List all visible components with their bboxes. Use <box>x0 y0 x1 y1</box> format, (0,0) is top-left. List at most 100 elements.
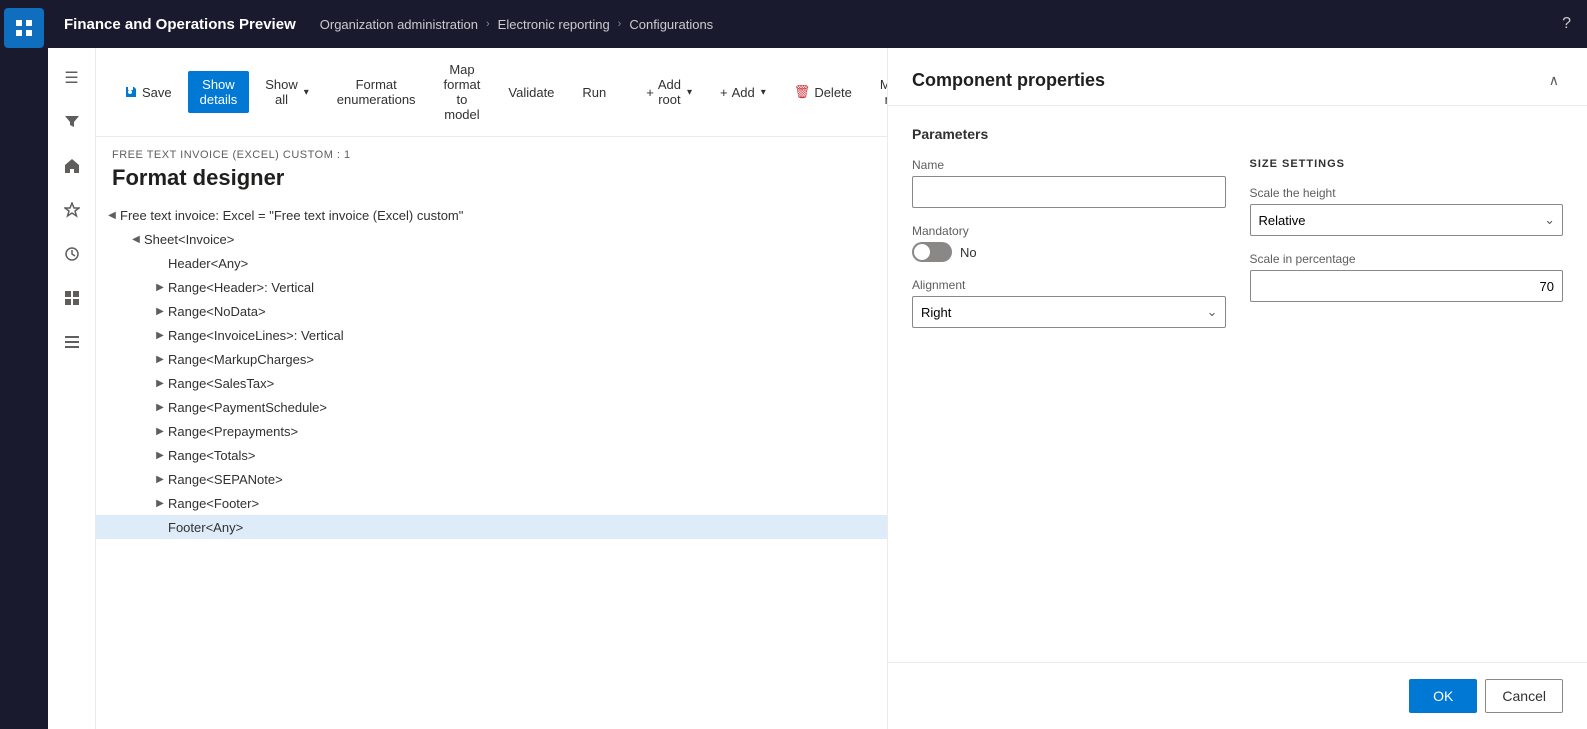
range-nodata-expand-icon[interactable]: ▶ <box>152 303 168 319</box>
home-icon[interactable] <box>54 148 90 184</box>
scale-height-select-wrapper: Relative Absolute Auto <box>1250 204 1564 236</box>
tree-item-range-salestax[interactable]: ▶ Range<SalesTax> <box>96 371 887 395</box>
add-root-button[interactable]: + Add root ▾ <box>634 71 704 113</box>
sub-breadcrumb: FREE TEXT INVOICE (EXCEL) CUSTOM : 1 <box>112 149 871 161</box>
format-enumerations-label: Format enumerations <box>337 77 416 107</box>
delete-icon: 🗑 <box>794 84 811 100</box>
content-area: ☰ <box>48 48 1587 729</box>
recent-icon[interactable] <box>54 236 90 272</box>
breadcrumb-item-2[interactable]: Electronic reporting <box>498 17 610 32</box>
tree-item-header-any[interactable]: ▶ Header<Any> <box>96 251 887 275</box>
name-input[interactable] <box>912 176 1226 208</box>
tree-item-range-footer[interactable]: ▶ Range<Footer> <box>96 491 887 515</box>
range-markupcharges-expand-icon[interactable]: ▶ <box>152 351 168 367</box>
save-button[interactable]: Save <box>112 79 184 106</box>
delete-label: Delete <box>814 85 852 100</box>
alignment-field-group: Alignment Left Center Right <box>912 278 1226 328</box>
collapse-panel-button[interactable]: ∧ <box>1545 68 1563 93</box>
params-section-title: Parameters <box>912 126 1563 142</box>
range-prepayments-expand-icon[interactable]: ▶ <box>152 423 168 439</box>
mandatory-toggle[interactable] <box>912 242 952 262</box>
tree-item-range-invoicelines-text: Range<InvoiceLines>: Vertical <box>168 328 344 343</box>
add-button[interactable]: + Add ▾ <box>708 79 778 106</box>
name-field-group: Name <box>912 158 1226 208</box>
save-label: Save <box>142 85 172 100</box>
range-sepanote-expand-icon[interactable]: ▶ <box>152 471 168 487</box>
show-all-label: Show all <box>265 77 298 107</box>
tree-item-range-invoicelines[interactable]: ▶ Range<InvoiceLines>: Vertical <box>96 323 887 347</box>
panel-footer: OK Cancel <box>888 662 1587 729</box>
params-section: Parameters Name Mandatory <box>888 106 1587 364</box>
page-title: Format designer <box>112 165 871 191</box>
alignment-select[interactable]: Left Center Right <box>912 296 1226 328</box>
name-label: Name <box>912 158 1226 172</box>
favorites-icon[interactable] <box>54 192 90 228</box>
list-icon[interactable] <box>54 324 90 360</box>
page-sidebar: ☰ <box>48 48 96 729</box>
tree-root-item[interactable]: ◀ Free text invoice: Excel = "Free text … <box>96 203 887 227</box>
scale-height-select[interactable]: Relative Absolute Auto <box>1250 204 1564 236</box>
format-enumerations-button[interactable]: Format enumerations <box>325 71 428 113</box>
params-grid: Name Mandatory No <box>912 158 1563 344</box>
title-bar: Finance and Operations Preview Organizat… <box>48 0 1587 48</box>
tree-item-footer-any-text: Footer<Any> <box>168 520 243 535</box>
tree-item-sheet-invoice[interactable]: ◀ Sheet<Invoice> <box>96 227 887 251</box>
tree-item-sheet-text: Sheet<Invoice> <box>144 232 234 247</box>
ok-button[interactable]: OK <box>1409 679 1477 713</box>
run-label: Run <box>582 85 606 100</box>
sheet-expand-icon[interactable]: ◀ <box>128 231 144 247</box>
add-label: Add <box>732 85 755 100</box>
range-paymentschedule-expand-icon[interactable]: ▶ <box>152 399 168 415</box>
range-totals-expand-icon[interactable]: ▶ <box>152 447 168 463</box>
breadcrumb-item-3[interactable]: Configurations <box>629 17 713 32</box>
tree-container[interactable]: ◀ Free text invoice: Excel = "Free text … <box>96 195 887 729</box>
tree-item-range-markupcharges[interactable]: ▶ Range<MarkupCharges> <box>96 347 887 371</box>
add-icon: + <box>720 85 728 100</box>
scale-height-label: Scale the height <box>1250 186 1564 200</box>
map-format-to-model-button[interactable]: Map format to model <box>432 56 493 128</box>
tree-item-range-prepayments-text: Range<Prepayments> <box>168 424 298 439</box>
range-invoicelines-expand-icon[interactable]: ▶ <box>152 327 168 343</box>
scale-percentage-input[interactable] <box>1250 270 1564 302</box>
root-expand-icon[interactable]: ◀ <box>104 207 120 223</box>
tree-item-range-sepanote[interactable]: ▶ Range<SEPANote> <box>96 467 887 491</box>
params-left-column: Name Mandatory No <box>912 158 1226 344</box>
tree-item-range-prepayments[interactable]: ▶ Range<Prepayments> <box>96 419 887 443</box>
panel-header: Component properties ∧ <box>888 48 1587 106</box>
apps-icon[interactable] <box>4 8 44 48</box>
validate-button[interactable]: Validate <box>496 79 566 106</box>
alignment-select-wrapper: Left Center Right <box>912 296 1226 328</box>
tree-item-range-header[interactable]: ▶ Range<Header>: Vertical <box>96 275 887 299</box>
make-root-label: Make root <box>880 77 887 107</box>
toggle-knob <box>914 244 930 260</box>
run-button[interactable]: Run <box>570 79 618 106</box>
scale-percentage-field-group: Scale in percentage <box>1250 252 1564 302</box>
tree-root-text: Free text invoice: Excel = "Free text in… <box>120 208 463 223</box>
hamburger-icon[interactable]: ☰ <box>54 60 90 96</box>
tree-item-footer-any[interactable]: ▶ Footer<Any> <box>96 515 887 539</box>
tree-item-range-salestax-text: Range<SalesTax> <box>168 376 274 391</box>
tree-item-range-nodata[interactable]: ▶ Range<NoData> <box>96 299 887 323</box>
mandatory-toggle-label: No <box>960 245 977 260</box>
tree-item-range-paymentschedule-text: Range<PaymentSchedule> <box>168 400 327 415</box>
tree-item-range-paymentschedule[interactable]: ▶ Range<PaymentSchedule> <box>96 395 887 419</box>
range-header-expand-icon[interactable]: ▶ <box>152 279 168 295</box>
show-all-button[interactable]: Show all ▾ <box>253 71 321 113</box>
help-icon[interactable]: ? <box>1562 15 1571 33</box>
tree-item-range-nodata-text: Range<NoData> <box>168 304 266 319</box>
size-settings-title: SIZE SETTINGS <box>1250 158 1564 170</box>
delete-button[interactable]: 🗑 Delete <box>782 78 864 106</box>
cancel-button[interactable]: Cancel <box>1485 679 1563 713</box>
range-salestax-expand-icon[interactable]: ▶ <box>152 375 168 391</box>
tree-item-range-totals[interactable]: ▶ Range<Totals> <box>96 443 887 467</box>
page-header: FREE TEXT INVOICE (EXCEL) CUSTOM : 1 For… <box>96 137 887 195</box>
filter-icon[interactable] <box>54 104 90 140</box>
range-footer-expand-icon[interactable]: ▶ <box>152 495 168 511</box>
breadcrumb-item-1[interactable]: Organization administration <box>320 17 478 32</box>
show-details-button[interactable]: Show details <box>188 71 250 113</box>
workspace-icon[interactable] <box>54 280 90 316</box>
alignment-label: Alignment <box>912 278 1226 292</box>
breadcrumb: Organization administration › Electronic… <box>320 17 713 32</box>
make-root-button[interactable]: Make root <box>868 71 887 113</box>
validate-label: Validate <box>508 85 554 100</box>
